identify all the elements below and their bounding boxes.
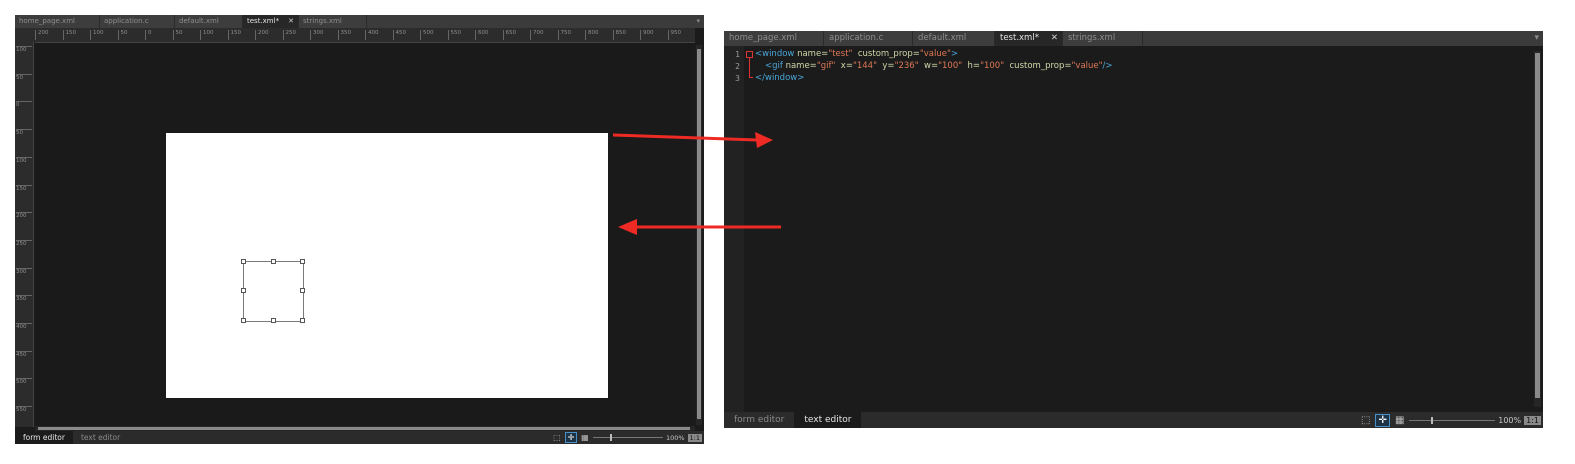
- arrow-right: [612, 132, 773, 148]
- arrow-left: [618, 219, 781, 235]
- arrow-head: [755, 132, 773, 148]
- sync-arrows: [612, 132, 781, 235]
- arrow-shaft: [612, 133, 758, 142]
- arrow-head: [618, 219, 637, 235]
